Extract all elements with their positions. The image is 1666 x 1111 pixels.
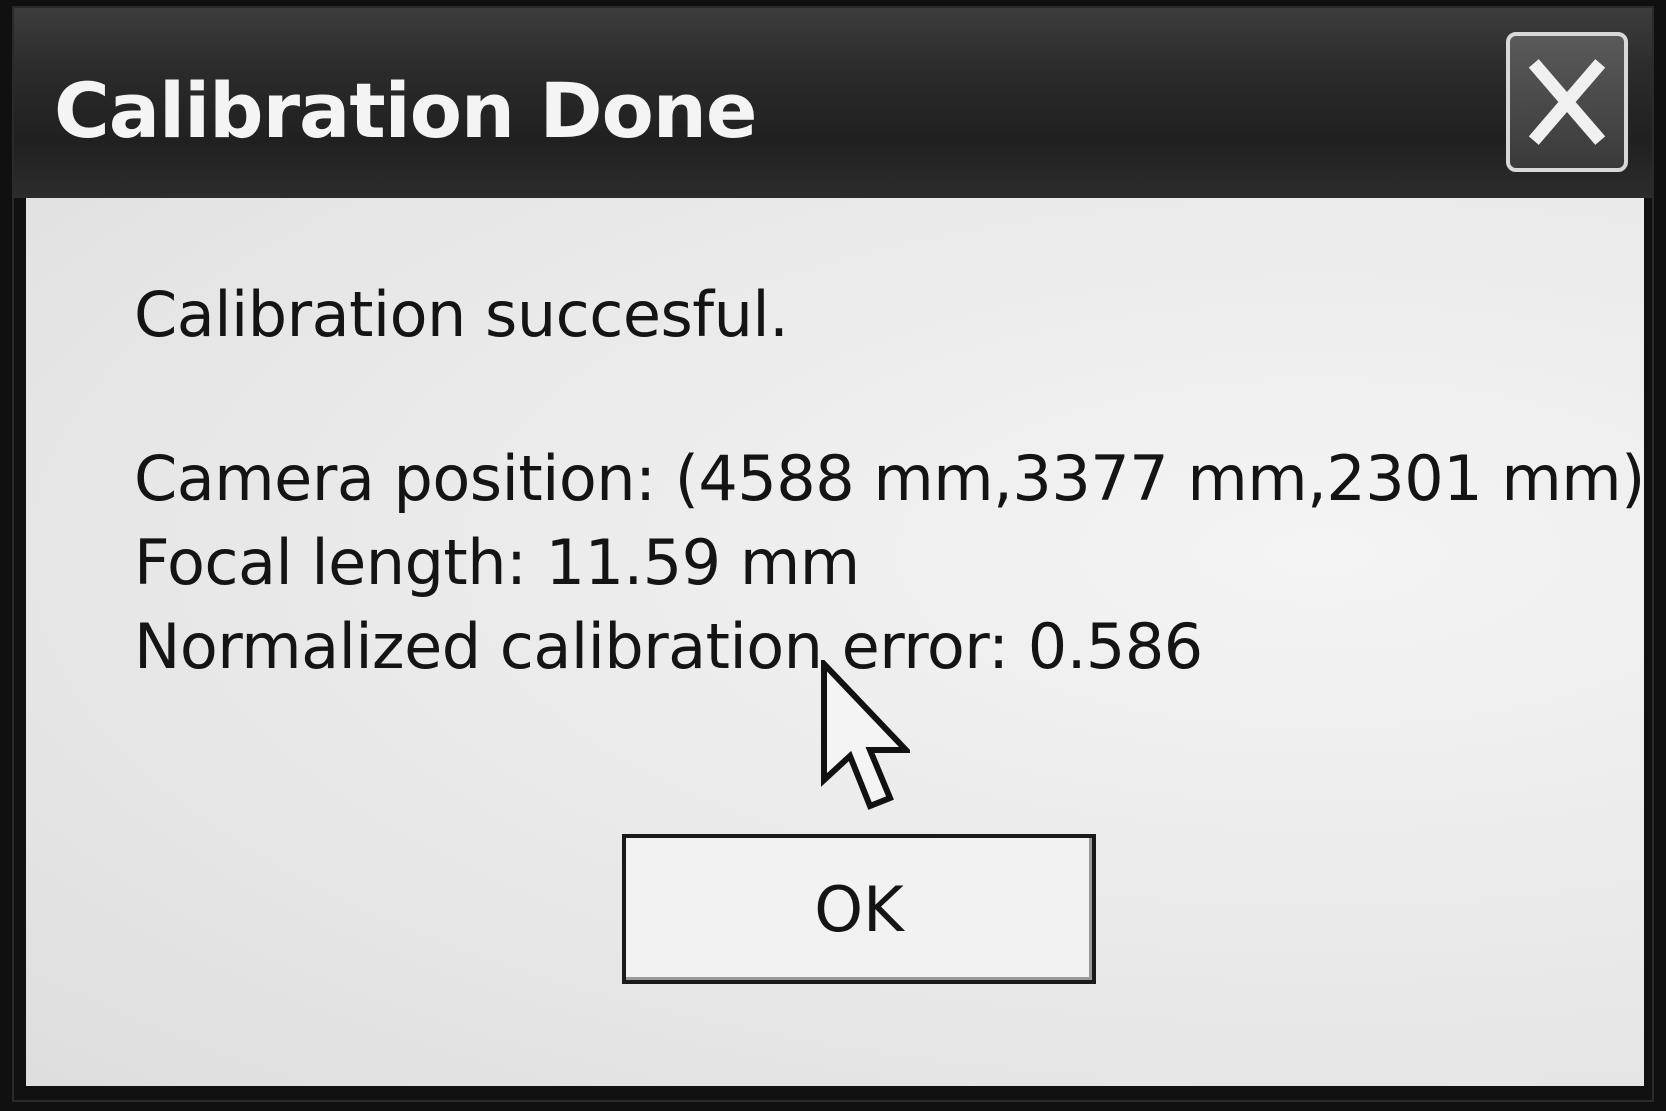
calibration-error-text: Normalized calibration error: 0.586 — [134, 610, 1203, 683]
dialog-body: Calibration succesful. Camera position: … — [26, 198, 1645, 1086]
calibration-dialog: Calibration Done Calibration succesful. … — [12, 6, 1654, 1102]
status-message: Calibration succesful. — [134, 278, 789, 351]
window-title: Calibration Done — [54, 66, 757, 155]
close-button[interactable] — [1506, 32, 1628, 172]
close-icon — [1528, 59, 1606, 145]
title-bar[interactable]: Calibration Done — [14, 8, 1652, 198]
ok-button[interactable]: OK — [622, 834, 1096, 984]
camera-position-text: Camera position: (4588 mm,3377 mm,2301 m… — [134, 442, 1645, 515]
focal-length-text: Focal length: 11.59 mm — [134, 526, 860, 599]
